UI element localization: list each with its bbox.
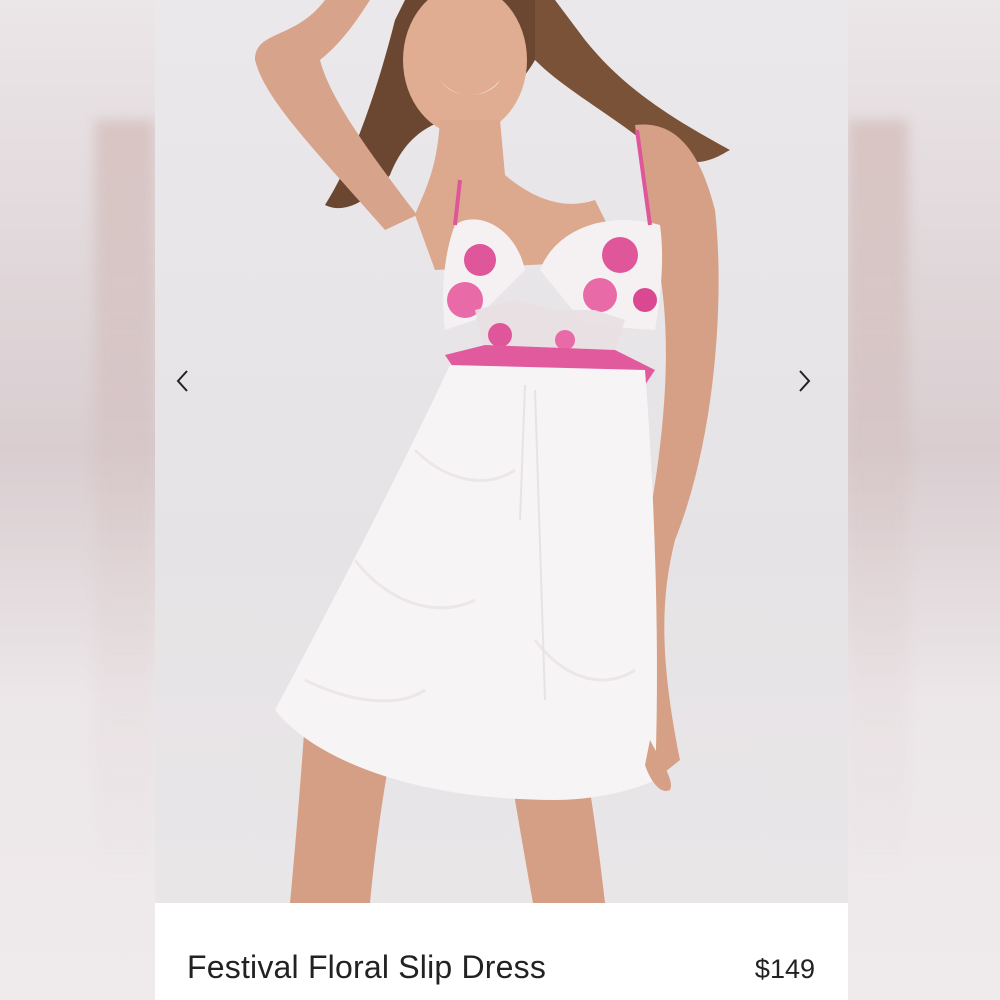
blurred-backdrop-right (848, 0, 1000, 1000)
carousel-prev-button[interactable] (174, 368, 208, 402)
blurred-backdrop-left (0, 0, 155, 1000)
product-info: Festival Floral Slip Dress $149 (155, 903, 848, 1000)
product-title[interactable]: Festival Floral Slip Dress (187, 949, 546, 986)
blurred-figure (95, 120, 155, 880)
chevron-left-icon (176, 370, 188, 392)
product-image[interactable] (155, 0, 848, 903)
model-illustration (255, 0, 730, 903)
product-card: Festival Floral Slip Dress $149 (155, 0, 848, 1000)
chevron-right-icon (799, 370, 811, 392)
carousel-next-button[interactable] (795, 368, 829, 402)
product-price: $149 (754, 954, 815, 984)
blurred-figure (848, 120, 908, 880)
